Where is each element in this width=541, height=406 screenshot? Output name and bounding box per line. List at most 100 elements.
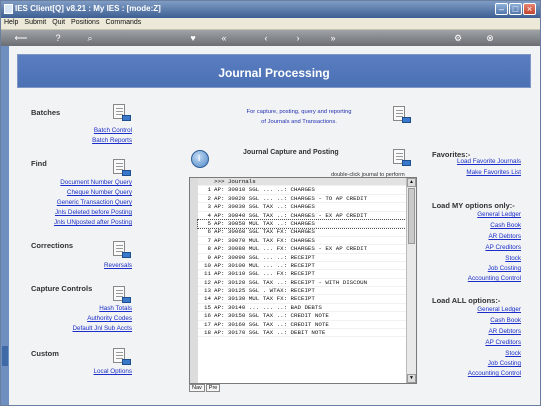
back-icon[interactable]: « [217, 32, 231, 44]
search-icon[interactable]: ⌕ [83, 32, 97, 44]
corrections-heading: Corrections [31, 241, 74, 250]
link-hash-totals[interactable]: Hash Totals [49, 305, 132, 312]
window-title: IES Client[Q] v8.21 : My IES : [mode:Z] [15, 4, 161, 13]
list-item[interactable]: 10 AP: 30100 MUL ... ..: RECEIPT [198, 262, 406, 271]
close-icon[interactable]: ⊗ [483, 32, 497, 44]
link-authority-codes[interactable]: Authority Codes [49, 315, 132, 322]
application-window: IES Client[Q] v8.21 : My IES : [mode:Z] … [0, 0, 541, 406]
forward-icon[interactable]: » [326, 32, 340, 44]
link-my-general-ledger[interactable]: General Ledger [429, 211, 521, 218]
list-item[interactable]: 1 AP: 30010 SGL ... ..: CHARGES [198, 186, 406, 195]
link-my-ap-creditors[interactable]: AP Creditors [429, 244, 521, 251]
tab-nav[interactable]: Nav [189, 384, 205, 392]
list-item[interactable]: 12 AP: 30120 SGL TAX ..: RECEIPT - WITH D… [198, 279, 406, 288]
side-strip [1, 46, 9, 405]
link-all-job-costing[interactable]: Job Costing [429, 360, 521, 367]
link-batch-reports[interactable]: Batch Reports [79, 137, 132, 144]
capture-controls-icon [111, 286, 131, 303]
batches-heading: Batches [31, 108, 61, 117]
find-heading: Find [31, 159, 47, 168]
list-item[interactable]: 11 AP: 30110 SGL ... FX: RECEIPT [198, 270, 406, 279]
link-all-ar-debtors[interactable]: AR Debtors [429, 328, 521, 335]
link-batch-control[interactable]: Batch Control [79, 127, 132, 134]
link-jnls-unposted[interactable]: Jnls UNposted after Posting [19, 219, 132, 226]
corrections-icon [111, 241, 131, 258]
link-document-number-query[interactable]: Document Number Query [19, 179, 132, 186]
menu-help[interactable]: Help [1, 18, 21, 27]
page-title: Journal Processing [218, 66, 330, 80]
list-item[interactable]: 16 AP: 30150 SGL TAX ..: CREDIT NOTE [198, 312, 406, 321]
link-my-job-costing[interactable]: Job Costing [429, 265, 521, 272]
side-arrow-icon[interactable] [2, 346, 8, 366]
link-load-favorite-journals[interactable]: Load Favorite Journals [417, 158, 521, 165]
my-options-heading: Load MY options only:- [432, 201, 515, 210]
list-scrollbar[interactable]: ▲ ▼ [406, 178, 416, 383]
list-item[interactable]: 15 AP: 30140 ... ... ..: BAD DEBTS [198, 304, 406, 313]
find-icon [111, 159, 131, 176]
link-all-ap-creditors[interactable]: AP Creditors [429, 339, 521, 346]
list-item[interactable]: 13 AP: 30125 SGL . WTAX: RECEIPT [198, 287, 406, 296]
list-item[interactable]: 18 AP: 30170 SGL TAX ..: DEBIT NOTE [198, 329, 406, 338]
next-icon[interactable]: › [291, 32, 305, 44]
maximize-button[interactable]: □ [509, 3, 522, 15]
custom-heading: Custom [31, 349, 59, 358]
list-item[interactable]: 9 AP: 30090 SGL ... ..: RECEIPT [198, 254, 406, 262]
all-options-heading: Load ALL options:- [432, 296, 501, 305]
arrow-left-icon[interactable]: ⟵ [11, 32, 31, 44]
capture-title: Journal Capture and Posting [243, 149, 339, 156]
link-all-general-ledger[interactable]: General Ledger [429, 306, 521, 313]
list-item[interactable]: 8 AP: 30080 MUL ... FX: CHARGES - EX AP C… [198, 245, 406, 254]
custom-icon [111, 348, 131, 365]
link-make-favorites-list[interactable]: Make Favorites List [417, 169, 521, 176]
scroll-thumb[interactable] [408, 188, 415, 244]
list-item[interactable]: 2 AP: 30020 SGL ... ..: CHARGES - TO AP C… [198, 195, 406, 204]
journals-list[interactable]: >>> Journals 1 AP: 30010 SGL ... ..: CHAR… [189, 177, 417, 384]
title-bar: IES Client[Q] v8.21 : My IES : [mode:Z] … [1, 1, 540, 18]
toolbar: ⟵ ? ⌕ ♥ « ‹ › » ⚙ ⊗ [1, 30, 540, 46]
list-item[interactable]: 3 AP: 30030 SGL TAX ..: CHARGES [198, 203, 406, 212]
list-rows: >>> Journals 1 AP: 30010 SGL ... ..: CHAR… [197, 178, 407, 338]
list-item[interactable]: 6 AP: 30060 SGL TAX FX: CHARGES [198, 228, 406, 237]
link-jnls-deleted[interactable]: Jnls Deleted before Posting [19, 209, 132, 216]
tab-pre[interactable]: Pre [205, 384, 221, 392]
menu-positions[interactable]: Positions [68, 18, 102, 27]
capture-icon [391, 149, 411, 166]
list-header: >>> Journals [198, 178, 406, 187]
list-item[interactable]: 14 AP: 30130 MUL TAX FX: RECEIPT [198, 295, 406, 304]
list-item[interactable]: 7 AP: 30070 MUL TAX FX: CHARGES [198, 237, 406, 246]
link-reversals[interactable]: Reversals [79, 262, 132, 269]
link-all-accounting-control[interactable]: Accounting Control [429, 370, 521, 377]
list-gutter [190, 178, 198, 383]
close-button[interactable]: × [523, 3, 536, 15]
link-my-stock[interactable]: Stock [429, 255, 521, 262]
list-tabs: Nav Pre [189, 384, 221, 392]
page-banner: Journal Processing [17, 54, 531, 88]
heart-icon[interactable]: ♥ [186, 32, 200, 44]
link-local-options[interactable]: Local Options [69, 368, 132, 375]
scroll-up-icon[interactable]: ▲ [407, 178, 416, 187]
minimize-button[interactable]: – [495, 3, 508, 15]
menu-quit[interactable]: Quit [49, 18, 68, 27]
menu-bar: Help Submit Quit Positions Commands [1, 18, 540, 30]
list-item-selected[interactable]: 5 AP: 30050 MUL TAX ..: CHARGES [197, 218, 407, 230]
capture-info-icon[interactable]: i [191, 150, 209, 168]
link-generic-transaction-query[interactable]: Generic Transaction Query [19, 199, 132, 206]
hint-line-2: of Journals and Transactions. [261, 119, 337, 125]
link-all-stock[interactable]: Stock [429, 350, 521, 357]
help-icon[interactable]: ? [51, 32, 65, 44]
list-item[interactable]: 4 AP: 30040 SGL TAX ..: CHARGES - EX AP C… [198, 212, 406, 220]
scroll-down-icon[interactable]: ▼ [407, 374, 416, 383]
link-my-accounting-control[interactable]: Accounting Control [429, 275, 521, 282]
link-cheque-number-query[interactable]: Cheque Number Query [19, 189, 132, 196]
link-default-jnl-sub-accts[interactable]: Default Jnl Sub Accts [29, 325, 132, 332]
list-item[interactable]: 17 AP: 30160 SGL TAX ..: CREDIT NOTE [198, 321, 406, 330]
link-all-cash-book[interactable]: Cash Book [429, 317, 521, 324]
link-my-cash-book[interactable]: Cash Book [429, 222, 521, 229]
journals-icon [391, 106, 411, 123]
app-icon [4, 4, 13, 14]
menu-submit[interactable]: Submit [21, 18, 49, 27]
link-my-ar-debtors[interactable]: AR Debtors [429, 233, 521, 240]
menu-commands[interactable]: Commands [102, 18, 144, 27]
options-icon[interactable]: ⚙ [451, 32, 465, 44]
prev-icon[interactable]: ‹ [259, 32, 273, 44]
